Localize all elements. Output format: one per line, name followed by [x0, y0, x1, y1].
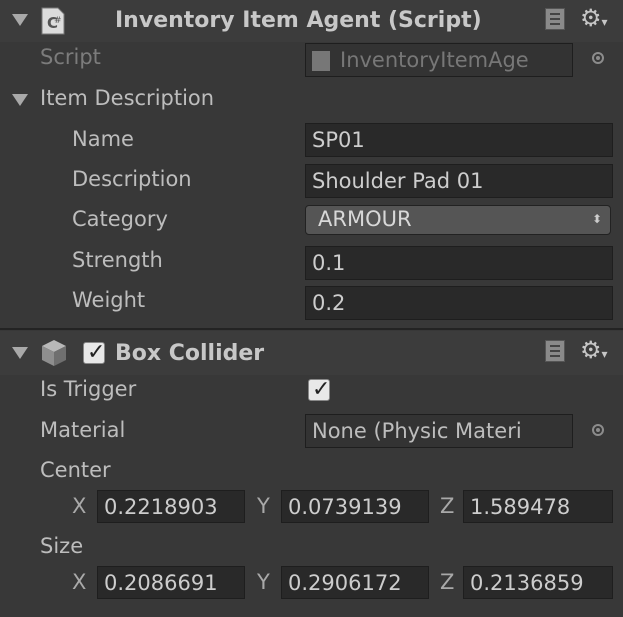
center-x-label: X: [72, 494, 87, 518]
script-file-icon: [312, 51, 330, 71]
component-title: Inventory Item Agent (Script): [115, 8, 482, 33]
box-collider-header[interactable]: ✓ Box Collider ⚙▾: [0, 331, 623, 375]
description-label: Description: [72, 167, 192, 191]
center-y-label: Y: [257, 494, 270, 518]
dropdown-arrows-icon: ⬍: [591, 212, 602, 226]
center-z-field[interactable]: 1.589478: [463, 490, 613, 523]
object-picker-target-icon[interactable]: [592, 52, 604, 64]
is-trigger-label: Is Trigger: [40, 377, 137, 401]
size-label: Size: [40, 534, 84, 558]
weight-field[interactable]: 0.2: [305, 286, 613, 320]
size-x-field[interactable]: 0.2086691: [97, 566, 245, 599]
component-title: Box Collider: [115, 341, 265, 366]
inventory-item-agent-header[interactable]: C # Inventory Item Agent (Script) ⚙▾: [0, 0, 623, 42]
size-y-label: Y: [257, 570, 270, 594]
foldout-arrow-icon[interactable]: [12, 14, 28, 26]
checkmark-icon: ✓: [312, 377, 331, 402]
strength-label: Strength: [72, 248, 163, 272]
center-z-label: Z: [440, 494, 455, 518]
center-y-field[interactable]: 0.0739139: [281, 490, 429, 523]
material-field[interactable]: None (Physic Materi: [305, 414, 573, 448]
description-field[interactable]: Shoulder Pad 01: [305, 164, 613, 198]
component-divider: [0, 328, 623, 330]
script-label: Script: [40, 45, 101, 69]
cube-icon: [40, 338, 68, 368]
strength-field[interactable]: 0.1: [305, 246, 613, 280]
script-value: InventoryItemAge: [340, 48, 529, 72]
size-x-label: X: [72, 570, 87, 594]
box-collider-enabled-checkbox[interactable]: ✓: [83, 340, 106, 365]
object-picker-target-icon[interactable]: [592, 424, 604, 436]
size-y-field[interactable]: 0.2906172: [281, 566, 429, 599]
gear-icon[interactable]: ⚙▾: [580, 6, 608, 34]
category-label: Category: [72, 207, 168, 231]
name-label: Name: [72, 127, 134, 151]
item-description-foldout-icon[interactable]: [12, 94, 28, 106]
material-label: Material: [40, 418, 126, 442]
checkmark-icon: ✓: [87, 340, 106, 365]
weight-label: Weight: [72, 288, 146, 312]
name-field[interactable]: SP01: [305, 123, 613, 157]
center-x-field[interactable]: 0.2218903: [97, 490, 245, 523]
center-label: Center: [40, 458, 111, 482]
category-dropdown[interactable]: ARMOUR ⬍: [305, 205, 611, 235]
gear-icon[interactable]: ⚙▾: [580, 338, 608, 366]
category-value: ARMOUR: [318, 207, 412, 231]
size-z-label: Z: [440, 570, 455, 594]
item-description-label[interactable]: Item Description: [40, 86, 214, 110]
book-help-icon[interactable]: [545, 340, 565, 362]
svg-text:#: #: [54, 16, 62, 26]
book-help-icon[interactable]: [545, 8, 565, 30]
script-field[interactable]: InventoryItemAge: [305, 43, 573, 77]
foldout-arrow-icon[interactable]: [12, 347, 28, 359]
size-z-field[interactable]: 0.2136859: [463, 566, 613, 599]
is-trigger-checkbox[interactable]: ✓: [308, 377, 331, 402]
csharp-script-icon: C #: [40, 7, 66, 35]
